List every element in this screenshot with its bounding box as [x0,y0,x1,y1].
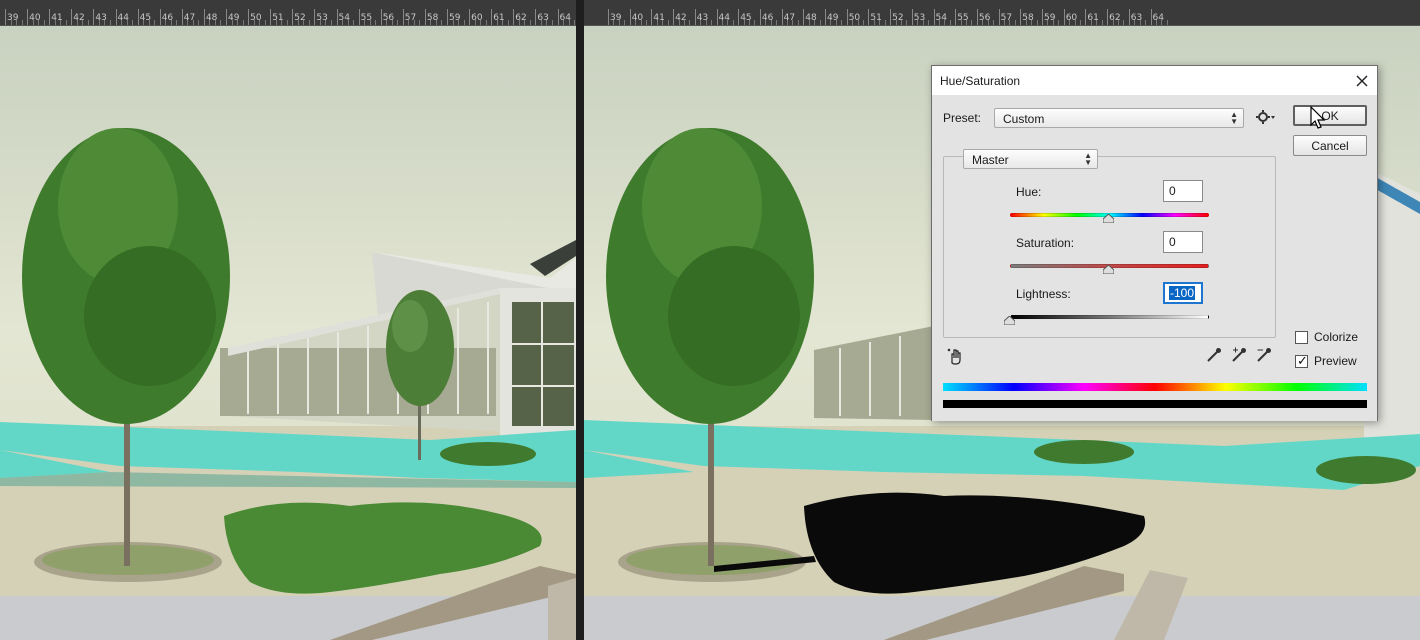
channel-select[interactable]: Master ▲ ▼ [963,149,1098,169]
ruler-tick [933,9,935,25]
ruler-tick [673,9,675,25]
ruler-tick [358,9,360,25]
ruler-tick [1063,9,1065,25]
ruler-tick [694,9,696,25]
ruler-tick [911,9,913,25]
ruler-tick [226,9,227,25]
cancel-button[interactable]: Cancel [1293,135,1367,156]
ruler-tick [781,9,783,25]
ruler-tick [1020,9,1022,25]
ruler-tick [998,9,1000,25]
dropdown-arrows-icon: ▲ ▼ [1230,110,1238,126]
ruler-tick [955,9,957,25]
canvas-before: 39 40 41 42 43 44 45 46 47 48 49 50 51 52 53 54 55 56 57 58… [0,0,576,640]
ruler-tick [93,9,95,25]
hue-label: Hue: [1016,185,1042,199]
cursor-arrow-icon [1310,106,1326,129]
ruler-tick [292,9,294,25]
colorize-label[interactable]: Colorize [1314,330,1358,344]
ruler-tick [115,9,117,25]
lightness-slider-thumb[interactable] [1004,316,1015,325]
ruler-tick [557,9,559,25]
ruler-tick [49,9,51,25]
ruler-tick [27,9,29,25]
ruler-tick [535,9,537,25]
dialog-titlebar[interactable]: Hue/Saturation [932,66,1377,95]
ruler-tick [868,9,870,25]
preset-select-value: Custom [1003,112,1045,126]
eyedropper-icon[interactable] [1205,346,1223,364]
ruler-tick [608,9,609,25]
ruler-tick [651,9,653,25]
lightness-input[interactable]: -100 [1163,282,1203,304]
preset-label: Preset: [943,111,982,125]
ruler-tick [716,9,718,25]
ruler-tick [248,9,250,25]
lightness-slider[interactable] [1010,315,1209,319]
ruler-tick [469,9,471,25]
ruler-tick [380,9,382,25]
ruler-tick [1085,9,1087,25]
ruler-tick [159,9,161,25]
preset-select[interactable]: Custom ▲ ▼ [994,108,1244,128]
saturation-label: Saturation: [1016,236,1075,250]
ruler-tick [314,9,316,25]
dialog-title: Hue/Saturation [940,74,1021,88]
gear-icon[interactable] [1256,109,1276,125]
saturation-input-value: 0 [1169,235,1176,249]
output-spectrum-bar [943,400,1367,408]
hand-adjust-icon[interactable] [946,346,966,366]
ruler-tick [1150,9,1152,25]
ruler-tick [738,9,740,25]
hue-input[interactable]: 0 [1163,180,1203,202]
dropdown-arrows-icon: ▲ ▼ [1084,151,1092,167]
saturation-input[interactable]: 0 [1163,231,1203,253]
ruler-tick [270,9,272,25]
ruler-tick [181,9,183,25]
ruler-tick [803,9,805,25]
ruler-tick [137,9,139,25]
ruler-tick [1128,9,1130,25]
horizontal-ruler: 39 40 41 42 43 44 45 46 47 48 49 50 51 52 53 54 55 56 57 58… [0,0,576,26]
ruler-tick [629,9,631,25]
scene-before-image [0,26,576,640]
close-icon[interactable] [1351,70,1373,92]
hue-slider-thumb[interactable] [1103,214,1114,223]
adjustment-group [943,156,1276,338]
ruler-tick [491,9,493,25]
ruler-tick [203,9,205,25]
eyedropper-minus-icon[interactable] [1255,346,1273,364]
ruler-tick [1107,9,1109,25]
ok-button[interactable]: OK [1293,105,1367,126]
ruler-tick [846,9,848,25]
ruler-tick [513,9,515,25]
checkmark-icon: ✓ [1297,353,1308,368]
input-spectrum-bar [943,383,1367,391]
lightness-label: Lightness: [1016,287,1071,301]
preview-checkbox[interactable]: ✓ [1295,353,1308,368]
ruler-tick [424,9,426,25]
dialog-body: Preset: Custom ▲▼ OK Cancel Master ▲▼ [932,95,1377,421]
hue-input-value: 0 [1169,184,1176,198]
ruler-tick [1042,9,1043,25]
channel-select-value: Master [972,153,1009,167]
ruler-tick [759,9,761,25]
panel-divider [576,0,584,640]
saturation-slider-thumb[interactable] [1103,265,1114,274]
ruler-tick [825,9,826,25]
colorize-checkbox[interactable] [1295,331,1308,344]
preview-label[interactable]: Preview [1314,354,1357,368]
horizontal-ruler: 39 40 41 42 43 44 45 46 47 48 49 50 51 52 53 54 55 56 57 58… [584,0,1420,26]
ruler-tick [5,9,6,25]
ruler-tick [976,9,978,25]
ruler-tick [336,9,338,25]
eyedropper-plus-icon[interactable] [1230,346,1248,364]
ruler-tick [890,9,892,25]
lightness-input-value: -100 [1169,286,1196,300]
canvas-after: 39 40 41 42 43 44 45 46 47 48 49 50 51 52 53 54 55 56 57 58… [584,0,1420,640]
ruler-tick [402,9,404,25]
ruler-tick [447,9,448,25]
ruler-tick [71,9,73,25]
